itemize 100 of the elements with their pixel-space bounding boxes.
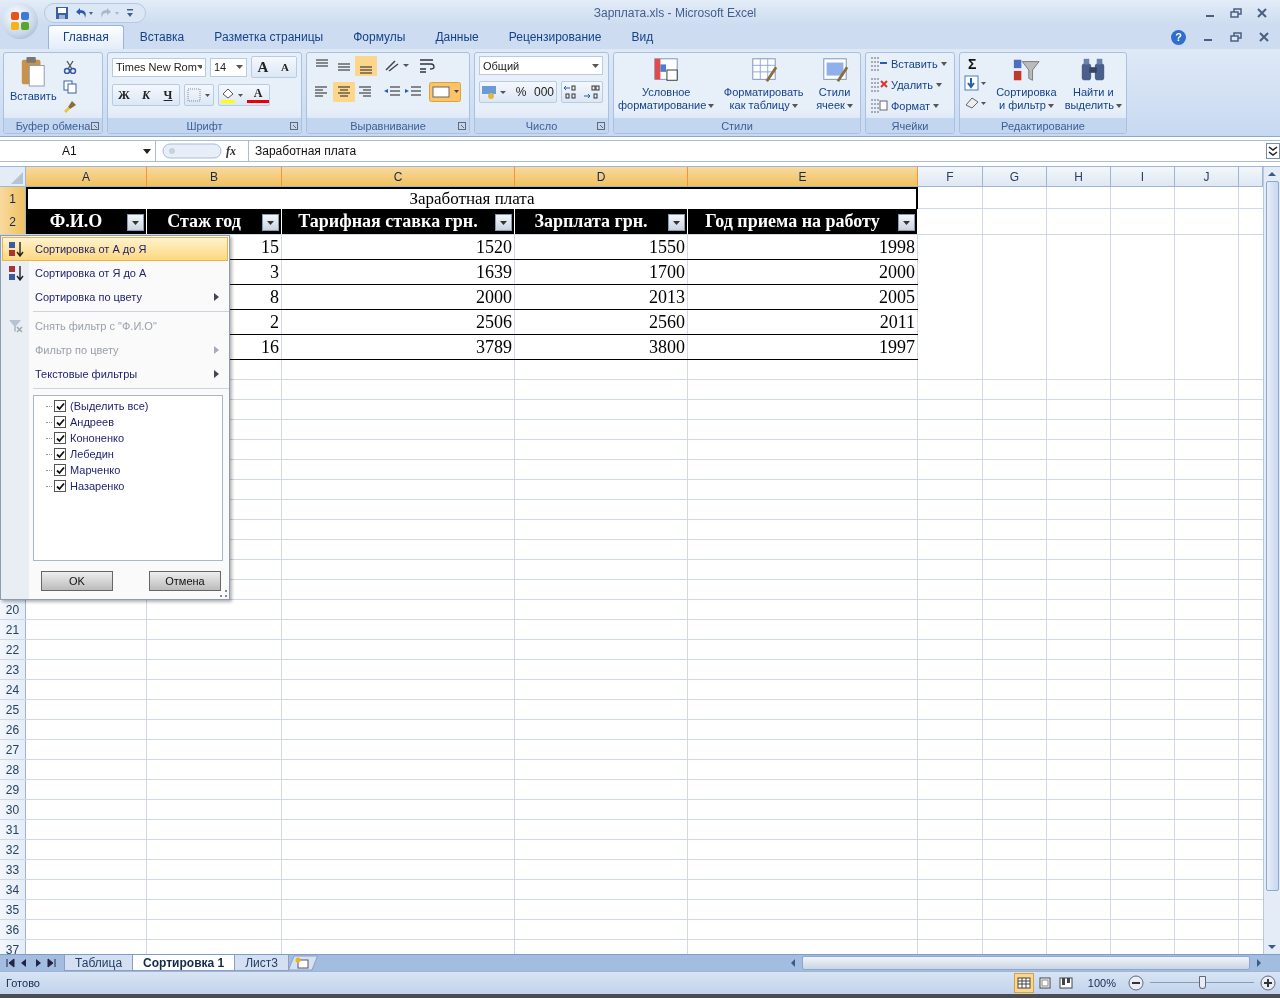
help-button[interactable]: ? — [1171, 29, 1186, 45]
filter-dropdown-button[interactable] — [668, 214, 685, 231]
styles-button[interactable]: Стили ячеек — [813, 56, 856, 112]
sheet-tab[interactable]: Сортировка 1 — [132, 955, 236, 971]
paste-button[interactable]: Вставить — [8, 56, 59, 118]
ribbon-tab[interactable]: Вставка — [125, 26, 199, 49]
row-header[interactable]: 34 — [0, 880, 26, 899]
row-header[interactable]: 36 — [0, 920, 26, 939]
sheet-tab[interactable]: Таблица — [64, 955, 134, 971]
sort-filter-button[interactable]: Сортировка и фильтр — [994, 56, 1059, 112]
column-header[interactable]: E — [688, 167, 918, 187]
wrap-text-icon[interactable] — [417, 56, 437, 76]
row-header[interactable]: 30 — [0, 800, 26, 819]
fill-down-icon[interactable] — [964, 75, 988, 91]
formula-slider-icon[interactable] — [162, 143, 222, 159]
restore-icon[interactable] — [1230, 32, 1242, 42]
ribbon-tab[interactable]: Вид — [617, 26, 668, 49]
copy-icon[interactable] — [62, 80, 77, 94]
resize-grip-icon[interactable] — [220, 590, 227, 597]
styles-button[interactable]: Форматировать как таблицу — [718, 56, 810, 112]
row-header[interactable]: 31 — [0, 820, 26, 839]
column-header[interactable]: F — [918, 167, 983, 187]
ribbon-tab[interactable]: Данные — [421, 26, 493, 49]
cells-button[interactable]: Удалить — [870, 75, 950, 95]
column-header[interactable]: B — [147, 167, 282, 187]
number-format-field[interactable]: Общий — [479, 56, 603, 75]
close-icon[interactable] — [1256, 7, 1268, 18]
vertical-scrollbar[interactable] — [1263, 167, 1280, 954]
find-select-button[interactable]: Найти и выделить — [1064, 56, 1122, 112]
dialog-launcher-icon[interactable] — [597, 121, 605, 130]
zoom-out-icon[interactable] — [1128, 975, 1144, 991]
row-header[interactable]: 32 — [0, 840, 26, 859]
brush-icon[interactable] — [62, 100, 77, 114]
row-header[interactable]: 20 — [0, 600, 26, 619]
column-header[interactable]: A — [26, 167, 147, 187]
filter-dropdown-button[interactable] — [898, 214, 915, 231]
dialog-button[interactable]: OK — [41, 571, 113, 591]
zoom-level[interactable]: 100% — [1087, 977, 1116, 989]
merge-cells-icon[interactable] — [429, 82, 461, 102]
menu-item[interactable]: Текстовые фильтры — [2, 362, 228, 386]
row-header[interactable]: 35 — [0, 900, 26, 919]
percent-button[interactable]: % — [510, 83, 532, 101]
zoom-in-icon[interactable] — [1260, 975, 1276, 991]
dialog-launcher-icon[interactable] — [91, 121, 99, 130]
insert-function-button[interactable]: fx — [226, 143, 236, 159]
dialog-launcher-icon[interactable] — [458, 121, 466, 130]
column-header[interactable]: G — [983, 167, 1047, 187]
styles-button[interactable]: Условное форматирование — [618, 56, 715, 112]
scroll-thumb[interactable] — [801, 956, 1250, 970]
column-header[interactable]: H — [1047, 167, 1111, 187]
cells-button[interactable]: Формат — [870, 96, 950, 116]
cells-button[interactable]: Вставить — [870, 54, 950, 74]
decrease-decimal-icon[interactable] — [582, 83, 603, 101]
scissors-icon[interactable] — [62, 60, 77, 74]
column-header[interactable]: J — [1175, 167, 1239, 187]
italic-button[interactable]: К — [135, 86, 157, 104]
last-sheet-icon[interactable] — [46, 957, 58, 969]
grow-font-button[interactable]: A — [252, 58, 274, 76]
scroll-thumb[interactable] — [1265, 181, 1279, 891]
shrink-font-button[interactable]: A — [274, 58, 296, 76]
row-header[interactable]: 21 — [0, 620, 26, 639]
new-sheet-icon[interactable] — [287, 955, 318, 971]
close-icon[interactable] — [1258, 32, 1270, 42]
checkbox[interactable] — [54, 480, 66, 492]
filter-dropdown-button[interactable] — [262, 214, 279, 231]
ribbon-tab[interactable]: Формулы — [339, 26, 420, 49]
thousands-button[interactable]: 000 — [532, 83, 557, 101]
row-header[interactable]: 29 — [0, 780, 26, 799]
ribbon-tab[interactable]: Разметка страницы — [200, 26, 338, 49]
underline-button[interactable]: Ч — [157, 86, 179, 104]
row-header[interactable]: 22 — [0, 640, 26, 659]
autosum-button[interactable]: Σ — [964, 56, 981, 72]
menu-item[interactable]: Сортировка от А до Я — [2, 237, 228, 261]
restore-icon[interactable] — [1230, 7, 1242, 18]
normal-view-button[interactable] — [1013, 973, 1034, 993]
ribbon-tab[interactable]: Рецензирование — [494, 26, 616, 49]
ribbon-tab[interactable]: Главная — [48, 25, 124, 49]
bold-button[interactable]: Ж — [113, 86, 135, 104]
row-header[interactable]: 24 — [0, 680, 26, 699]
checkbox[interactable] — [54, 400, 66, 412]
row-header[interactable]: 25 — [0, 700, 26, 719]
column-header[interactable]: I — [1111, 167, 1175, 187]
office-button[interactable] — [2, 3, 38, 39]
row-header[interactable]: 23 — [0, 660, 26, 679]
checkbox[interactable] — [54, 416, 66, 428]
checkbox[interactable] — [54, 432, 66, 444]
column-header[interactable]: C — [282, 167, 515, 187]
name-box[interactable]: A1 — [0, 141, 156, 161]
zoom-slider-thumb[interactable] — [1199, 976, 1206, 989]
row-header[interactable]: 26 — [0, 720, 26, 739]
row-header[interactable]: 1 — [0, 187, 26, 211]
save-icon[interactable] — [55, 5, 69, 20]
column-header[interactable]: D — [515, 167, 688, 187]
checkbox[interactable] — [54, 464, 66, 476]
expand-icon[interactable] — [1266, 143, 1280, 159]
dialog-launcher-icon[interactable] — [290, 121, 298, 130]
row-header[interactable]: 27 — [0, 740, 26, 759]
filter-dropdown-button[interactable] — [127, 214, 144, 231]
sheet-tab[interactable]: Лист3 — [234, 955, 289, 971]
row-header[interactable]: 33 — [0, 860, 26, 879]
